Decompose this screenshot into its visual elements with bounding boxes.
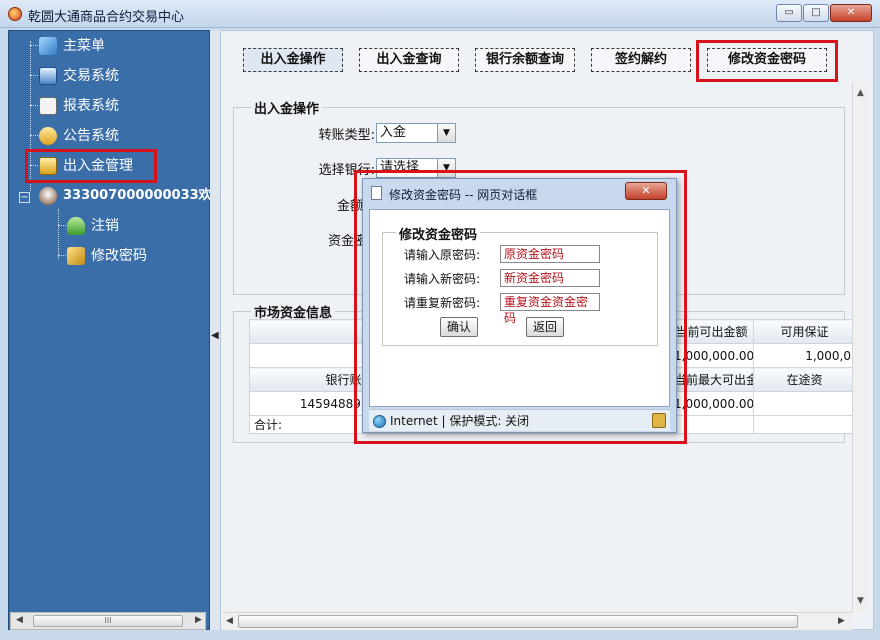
scroll-up-arrow-icon[interactable]: ▲: [857, 88, 864, 98]
sidebar-item-user-account[interactable]: 333007000000033欢迎: [39, 184, 225, 208]
main-vertical-scrollbar[interactable]: ▲ ▼: [852, 82, 869, 612]
scroll-left-arrow-icon[interactable]: ◀: [226, 616, 233, 626]
sidebar-horizontal-scrollbar[interactable]: ◀ III ▶: [10, 612, 206, 630]
highlight-box-dialog: [354, 170, 687, 444]
title-bar: 乾圆大通商品合约交易中心 ▭ □ ✕: [0, 0, 880, 28]
tree-connector: [58, 209, 59, 259]
panel-splitter[interactable]: ◀: [210, 30, 220, 630]
scroll-thumb[interactable]: [238, 615, 798, 628]
scroll-down-arrow-icon[interactable]: ▼: [857, 596, 864, 606]
sidebar-item-logout[interactable]: 注销: [67, 214, 119, 238]
transfer-type-value: 入金: [380, 125, 407, 140]
sidebar-item-label: 交易系统: [63, 68, 119, 84]
transfer-type-select[interactable]: 入金 ▼: [376, 123, 456, 143]
maximize-button[interactable]: □: [803, 4, 829, 22]
transfer-type-label: 转账类型:: [318, 128, 375, 143]
sidebar-item-label: 主菜单: [63, 38, 105, 54]
sidebar-tree: 主菜单 交易系统 报表系统 公告系统 出入金管理 − 3330070000000…: [8, 30, 225, 630]
tree-expander[interactable]: −: [19, 192, 30, 203]
app-logo-icon: [8, 7, 22, 21]
sidebar-item-notices[interactable]: 公告系统: [39, 124, 119, 148]
coffee-cup-icon: [39, 186, 57, 205]
close-button[interactable]: ✕: [830, 4, 872, 22]
key-icon: [67, 247, 85, 265]
chat-bubble-icon: [39, 127, 57, 145]
sidebar-item-main-menu[interactable]: 主菜单: [39, 34, 105, 58]
scroll-right-arrow-icon[interactable]: ▶: [195, 615, 202, 625]
table-header-cell: 在途资: [753, 367, 856, 392]
sidebar-item-label: 修改密码: [91, 248, 147, 264]
main-horizontal-scrollbar[interactable]: ◀ ▶: [222, 612, 852, 630]
chevron-down-icon[interactable]: ▼: [437, 124, 455, 142]
sidebar-item-reports[interactable]: 报表系统: [39, 94, 119, 118]
window-title: 乾圆大通商品合约交易中心: [28, 10, 185, 25]
table-header-cell: 可用保证: [753, 319, 856, 344]
home-icon: [39, 37, 57, 55]
sidebar-item-label: 注销: [91, 218, 119, 234]
sidebar-item-trading[interactable]: 交易系统: [39, 64, 119, 88]
monitor-icon: [39, 67, 57, 85]
tab-sign-contract[interactable]: 签约解约: [591, 48, 691, 72]
highlight-box-funds-management: [25, 149, 157, 183]
sidebar-item-label: 333007000000033欢迎: [63, 188, 225, 203]
table-cell: [753, 415, 856, 434]
table-cell: [753, 391, 856, 416]
scroll-left-arrow-icon[interactable]: ◀: [16, 615, 23, 625]
tab-deposit-withdraw[interactable]: 出入金操作: [243, 48, 343, 72]
sidebar-item-change-password[interactable]: 修改密码: [67, 244, 147, 268]
sidebar-item-label: 公告系统: [63, 128, 119, 144]
table-cell: 1,000,0: [753, 343, 856, 368]
sidebar-item-label: 报表系统: [63, 98, 119, 114]
tab-deposit-query[interactable]: 出入金查询: [359, 48, 459, 72]
user-icon: [67, 217, 85, 235]
minimize-button[interactable]: ▭: [776, 4, 802, 22]
collapse-left-arrow-icon[interactable]: ◀: [211, 330, 219, 341]
scroll-right-arrow-icon[interactable]: ▶: [838, 616, 845, 626]
chart-icon: [39, 97, 57, 115]
scroll-thumb[interactable]: III: [33, 615, 183, 627]
highlight-box-change-password-tab: [696, 40, 838, 82]
tab-bank-balance[interactable]: 银行余额查询: [475, 48, 575, 72]
deposit-form-legend: 出入金操作: [251, 98, 323, 117]
